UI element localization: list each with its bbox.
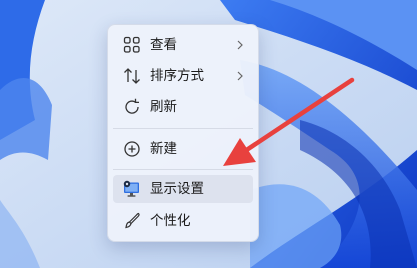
menu-item-label: 刷新 xyxy=(150,99,177,115)
brush-icon xyxy=(125,212,140,229)
chevron-right-icon xyxy=(237,144,243,154)
grid-icon xyxy=(123,36,140,53)
context-menu: 查看 排序方式 刷新 新建 显示设置 个性化 xyxy=(107,24,259,242)
menu-item-label: 个性化 xyxy=(150,213,191,229)
display-settings-icon xyxy=(123,180,139,197)
menu-item-sort-by[interactable]: 排序方式 xyxy=(113,62,253,90)
menu-item-view[interactable]: 查看 xyxy=(113,31,253,59)
refresh-icon xyxy=(125,98,139,114)
chevron-right-icon xyxy=(237,71,243,81)
chevron-right-icon xyxy=(237,40,243,50)
menu-item-display-settings[interactable]: 显示设置 xyxy=(113,175,253,203)
menu-item-label: 查看 xyxy=(150,37,177,53)
menu-item-label: 排序方式 xyxy=(150,68,204,84)
menu-item-refresh[interactable]: 刷新 xyxy=(113,93,253,121)
menu-separator xyxy=(113,128,253,129)
menu-item-personalize[interactable]: 个性化 xyxy=(113,207,253,235)
sort-arrows-icon xyxy=(124,68,140,84)
menu-item-new[interactable]: 新建 xyxy=(113,135,253,163)
menu-item-label: 显示设置 xyxy=(150,181,204,197)
menu-item-label: 新建 xyxy=(150,141,177,157)
add-circle-icon xyxy=(124,141,140,157)
menu-separator xyxy=(113,169,253,170)
